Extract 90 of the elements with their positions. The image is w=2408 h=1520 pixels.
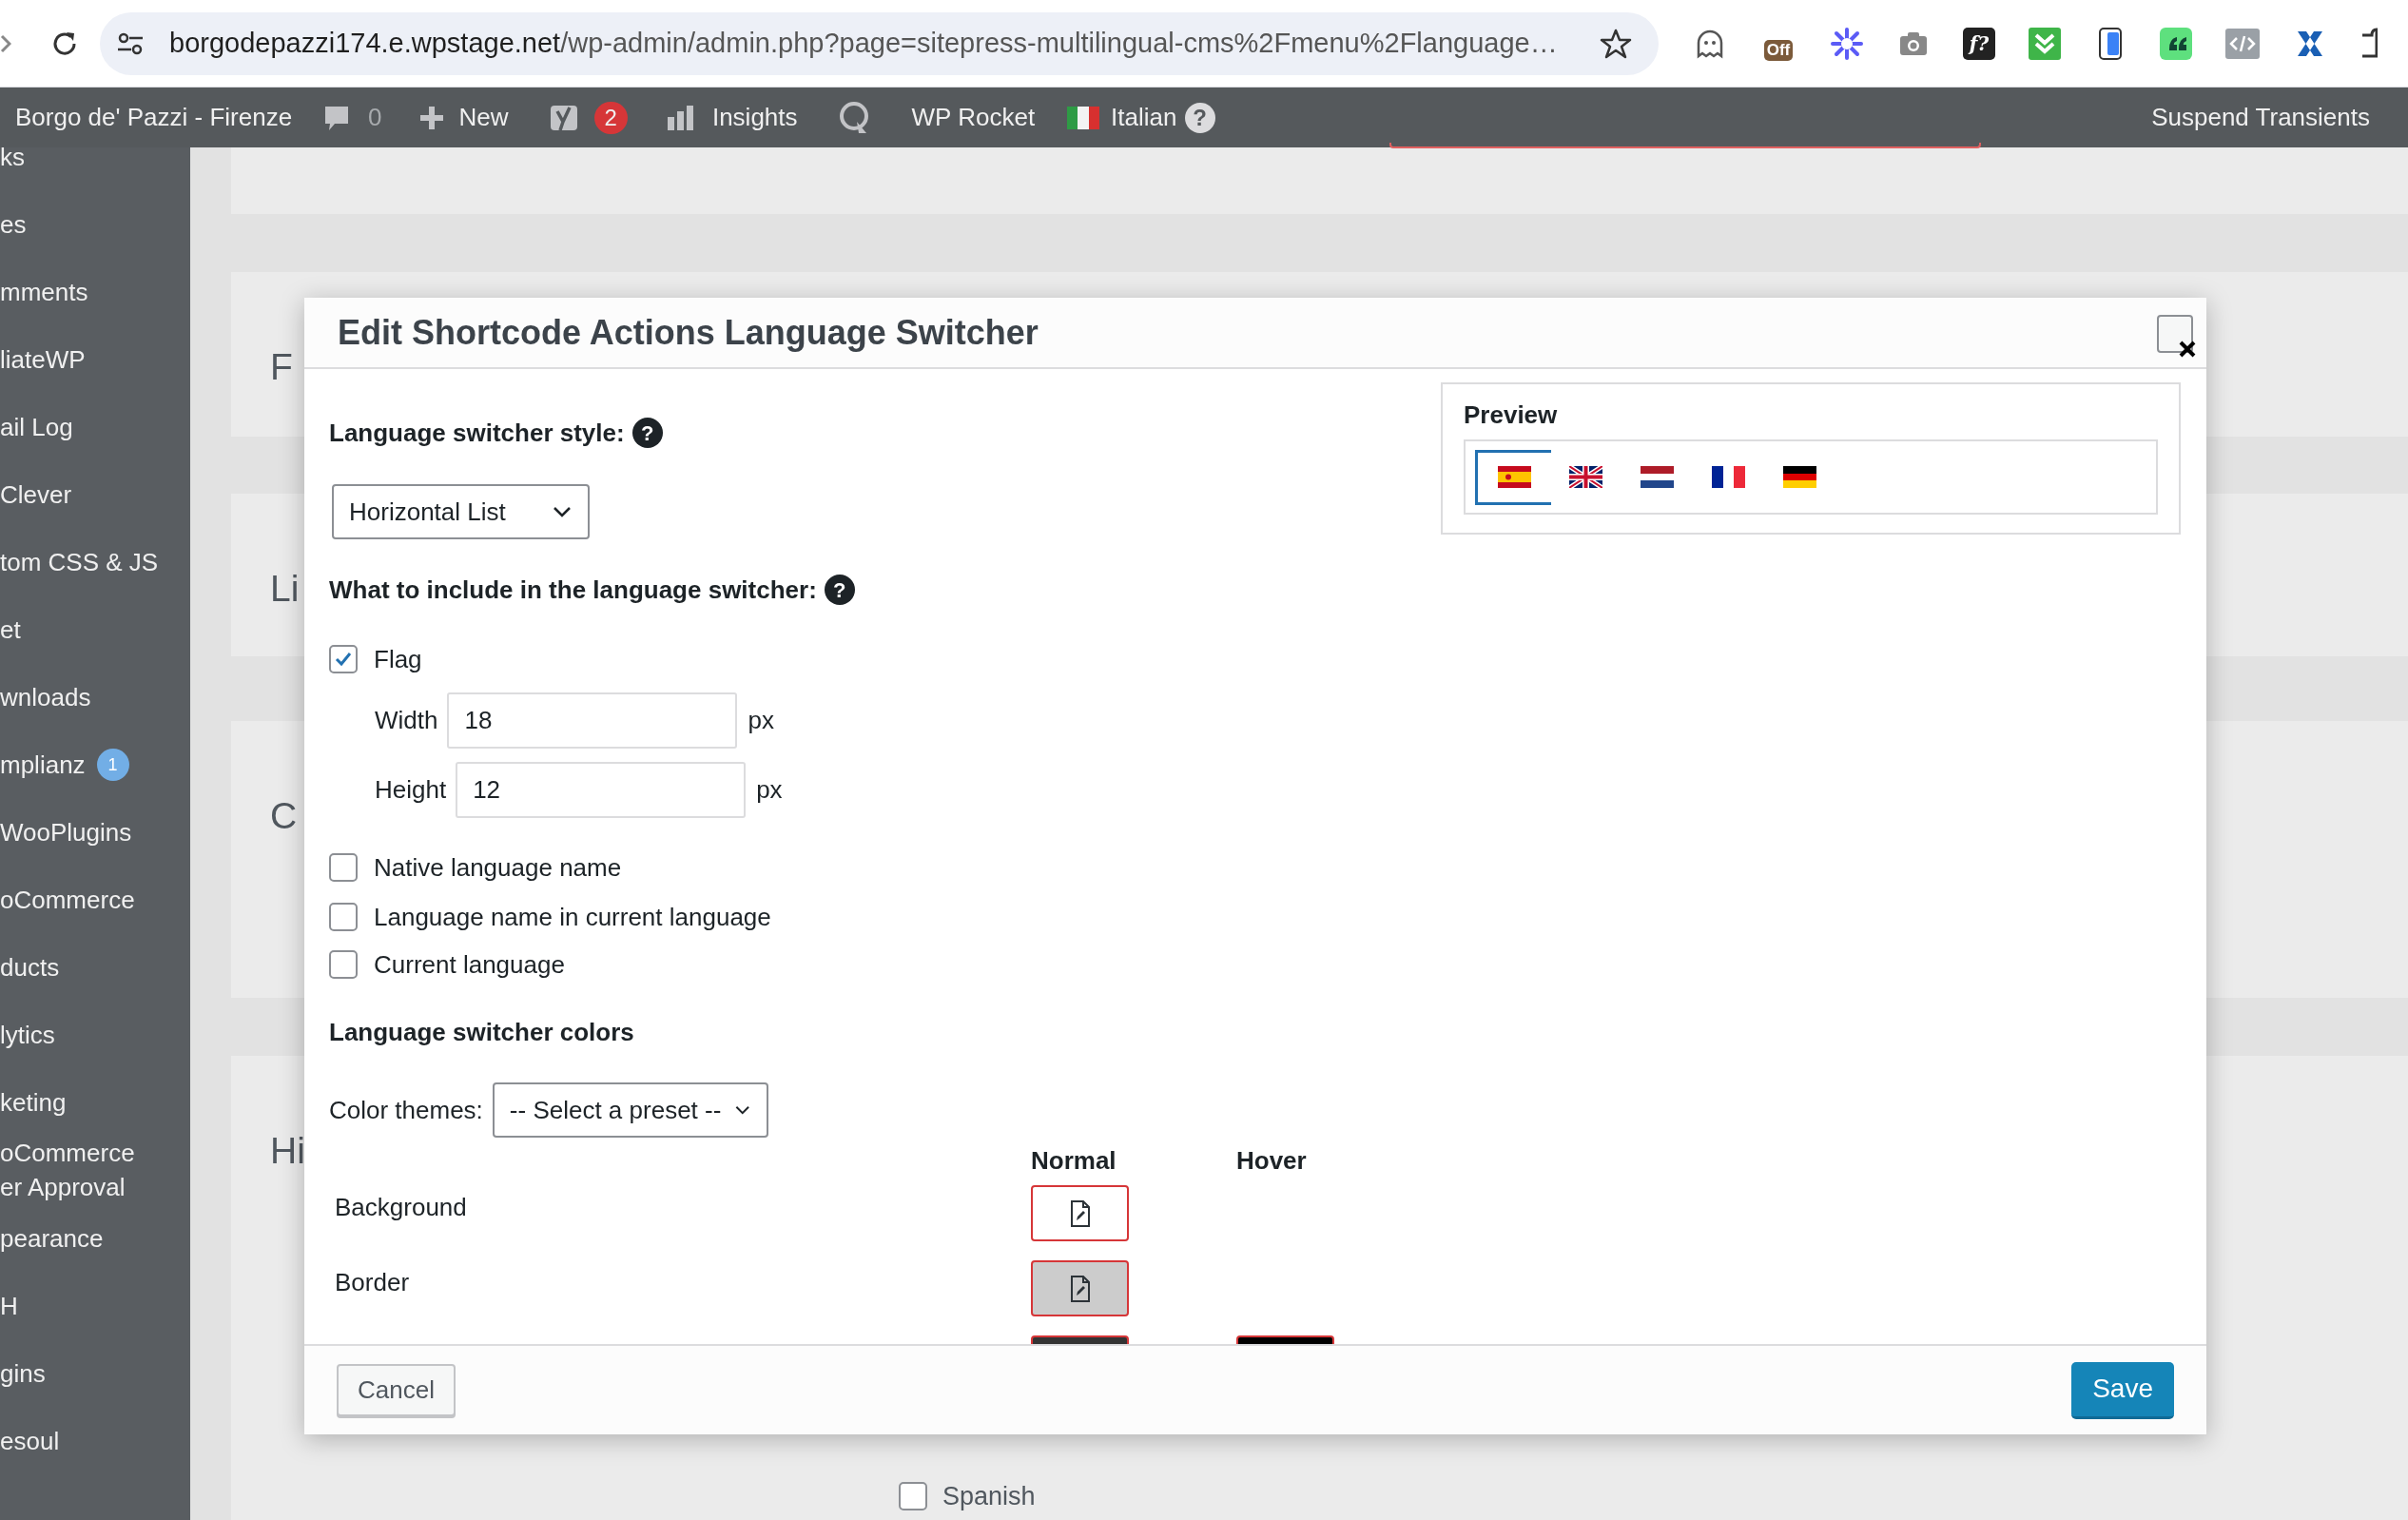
row-label: Border [334,1267,411,1298]
file-edit-icon [1068,1275,1092,1302]
sidebar-item[interactable]: tom CSS & JS [0,528,190,595]
flag-icon [1498,466,1531,488]
cancel-button[interactable]: Cancel [337,1364,456,1416]
quote-icon[interactable] [2160,27,2192,60]
checkbox[interactable] [329,950,358,979]
sidebar-item[interactable]: wnloads [0,663,190,731]
site-name-link[interactable]: Borgo de' Pazzi - Firenze [15,99,293,136]
suspend-transients-link[interactable]: Suspend Transients [2151,99,2370,136]
notification-badge: 2 [593,101,628,134]
unit-label: px [748,705,774,736]
sparkle-icon[interactable] [1830,26,1864,61]
sidebar-item[interactable]: ail Log [0,393,190,460]
field-label: Height [375,774,447,806]
sidebar-item[interactable]: gins [0,1339,190,1407]
sidebar-item[interactable]: WooPlugins [0,798,190,866]
unit-label: px [756,774,783,806]
sidebar-item[interactable]: esoul [0,1407,190,1474]
select-dropdown[interactable]: Horizontal List [332,484,590,539]
wp-rocket-link[interactable]: WP Rocket [911,99,1036,136]
flag-icon [1712,466,1745,488]
flag-icon [1067,106,1100,129]
section-heading: Language switcher colors [329,1016,635,1048]
flag-icon [1783,466,1816,488]
sidebar-item[interactable]: keting [0,1068,190,1136]
flag-link[interactable] [1475,449,1551,505]
field-label: Color themes: [329,1094,483,1126]
star-icon[interactable] [1600,27,1632,60]
sidebar-item[interactable]: ducts [0,933,190,1001]
checkmark-icon [334,650,353,669]
sidebar-item[interactable]: Clever [0,460,190,528]
flag-icon [1641,466,1674,488]
sidebar-item[interactable]: H [0,1272,190,1339]
column-header: Hover [1236,1144,1308,1177]
plus-icon[interactable] [418,104,445,131]
preview-heading: Preview [1464,401,1559,428]
checkbox[interactable] [329,853,358,882]
card-heading: C [270,794,298,838]
comment-count: 0 [368,102,382,133]
checkbox[interactable] [899,1482,927,1510]
checkbox[interactable] [329,645,358,673]
help-icon[interactable]: ? [631,418,663,448]
help-icon[interactable]: ? [824,575,855,605]
new-link[interactable]: New [458,99,509,136]
bar-chart-icon[interactable] [665,103,695,132]
dialog-title: Edit Shortcode Actions Language Switcher [338,311,1039,354]
chevrons-icon[interactable] [2029,27,2061,60]
sidebar-item[interactable]: mments [0,258,190,325]
field-label: Width [375,705,438,736]
sidebar-item[interactable]: lytics [0,1001,190,1068]
color-picker-button[interactable] [1031,1185,1129,1241]
checkbox-label: Current language [374,948,565,981]
color-picker-button[interactable] [1031,1260,1129,1316]
column-header: Normal [1031,1144,1117,1177]
count-badge: 1 [96,748,129,781]
close-icon [2178,340,2197,359]
insights-link[interactable]: Insights [711,99,798,136]
extension-button[interactable]: f? [1963,27,1995,60]
row-label: Background [334,1192,468,1223]
field-label: Language switcher style: [329,417,625,449]
code-icon[interactable] [2225,28,2260,59]
checkbox-label: Flag [374,643,422,675]
help-icon[interactable]: ? [1184,102,1215,133]
url-text: borgodepazzi174.e.wpstage.net/wp-admin/admin.php?page=sitepress-multilingual-cms%2Fmenu%2Flanguage… [169,26,1559,60]
sidebar-item[interactable]: et [0,595,190,663]
card-heading: Hi [270,1129,305,1173]
checkbox[interactable] [329,903,358,931]
card-heading: Li [270,567,300,611]
file-edit-icon [1068,1199,1092,1227]
sidebar-item[interactable]: liateWP [0,325,190,393]
sidebar-item[interactable]: mplianz [0,747,86,782]
language-link[interactable]: Italian [1111,99,1177,136]
checkbox-label: Language name in current language [374,901,771,933]
sidebar-item[interactable]: oCommerce er Approval [0,1136,190,1204]
text-input[interactable]: 12 [456,762,747,818]
sidebar-item[interactable]: es [0,190,190,258]
sidebar-item[interactable]: ks [0,147,190,190]
checkbox-label: Spanish [942,1480,1036,1512]
puzzle-icon[interactable] [2360,27,2378,60]
sidebar-item[interactable]: oCommerce [0,866,190,933]
card-heading: F [270,345,293,389]
sidebar-item[interactable]: pearance [0,1204,190,1272]
checkbox-label: Native language name [374,851,622,884]
flag-icon [1569,466,1602,488]
select-dropdown[interactable]: -- Select a preset -- [492,1082,768,1138]
save-button[interactable]: Save [2071,1361,2174,1419]
field-label: What to include in the language switcher: [329,574,817,606]
text-input[interactable]: 18 [447,692,738,749]
address-bar[interactable]: borgodepazzi174.e.wpstage.net/wp-admin/admin.php?page=sitepress-multilingual-cms%2Fmenu%2Flanguage… [100,11,1659,75]
